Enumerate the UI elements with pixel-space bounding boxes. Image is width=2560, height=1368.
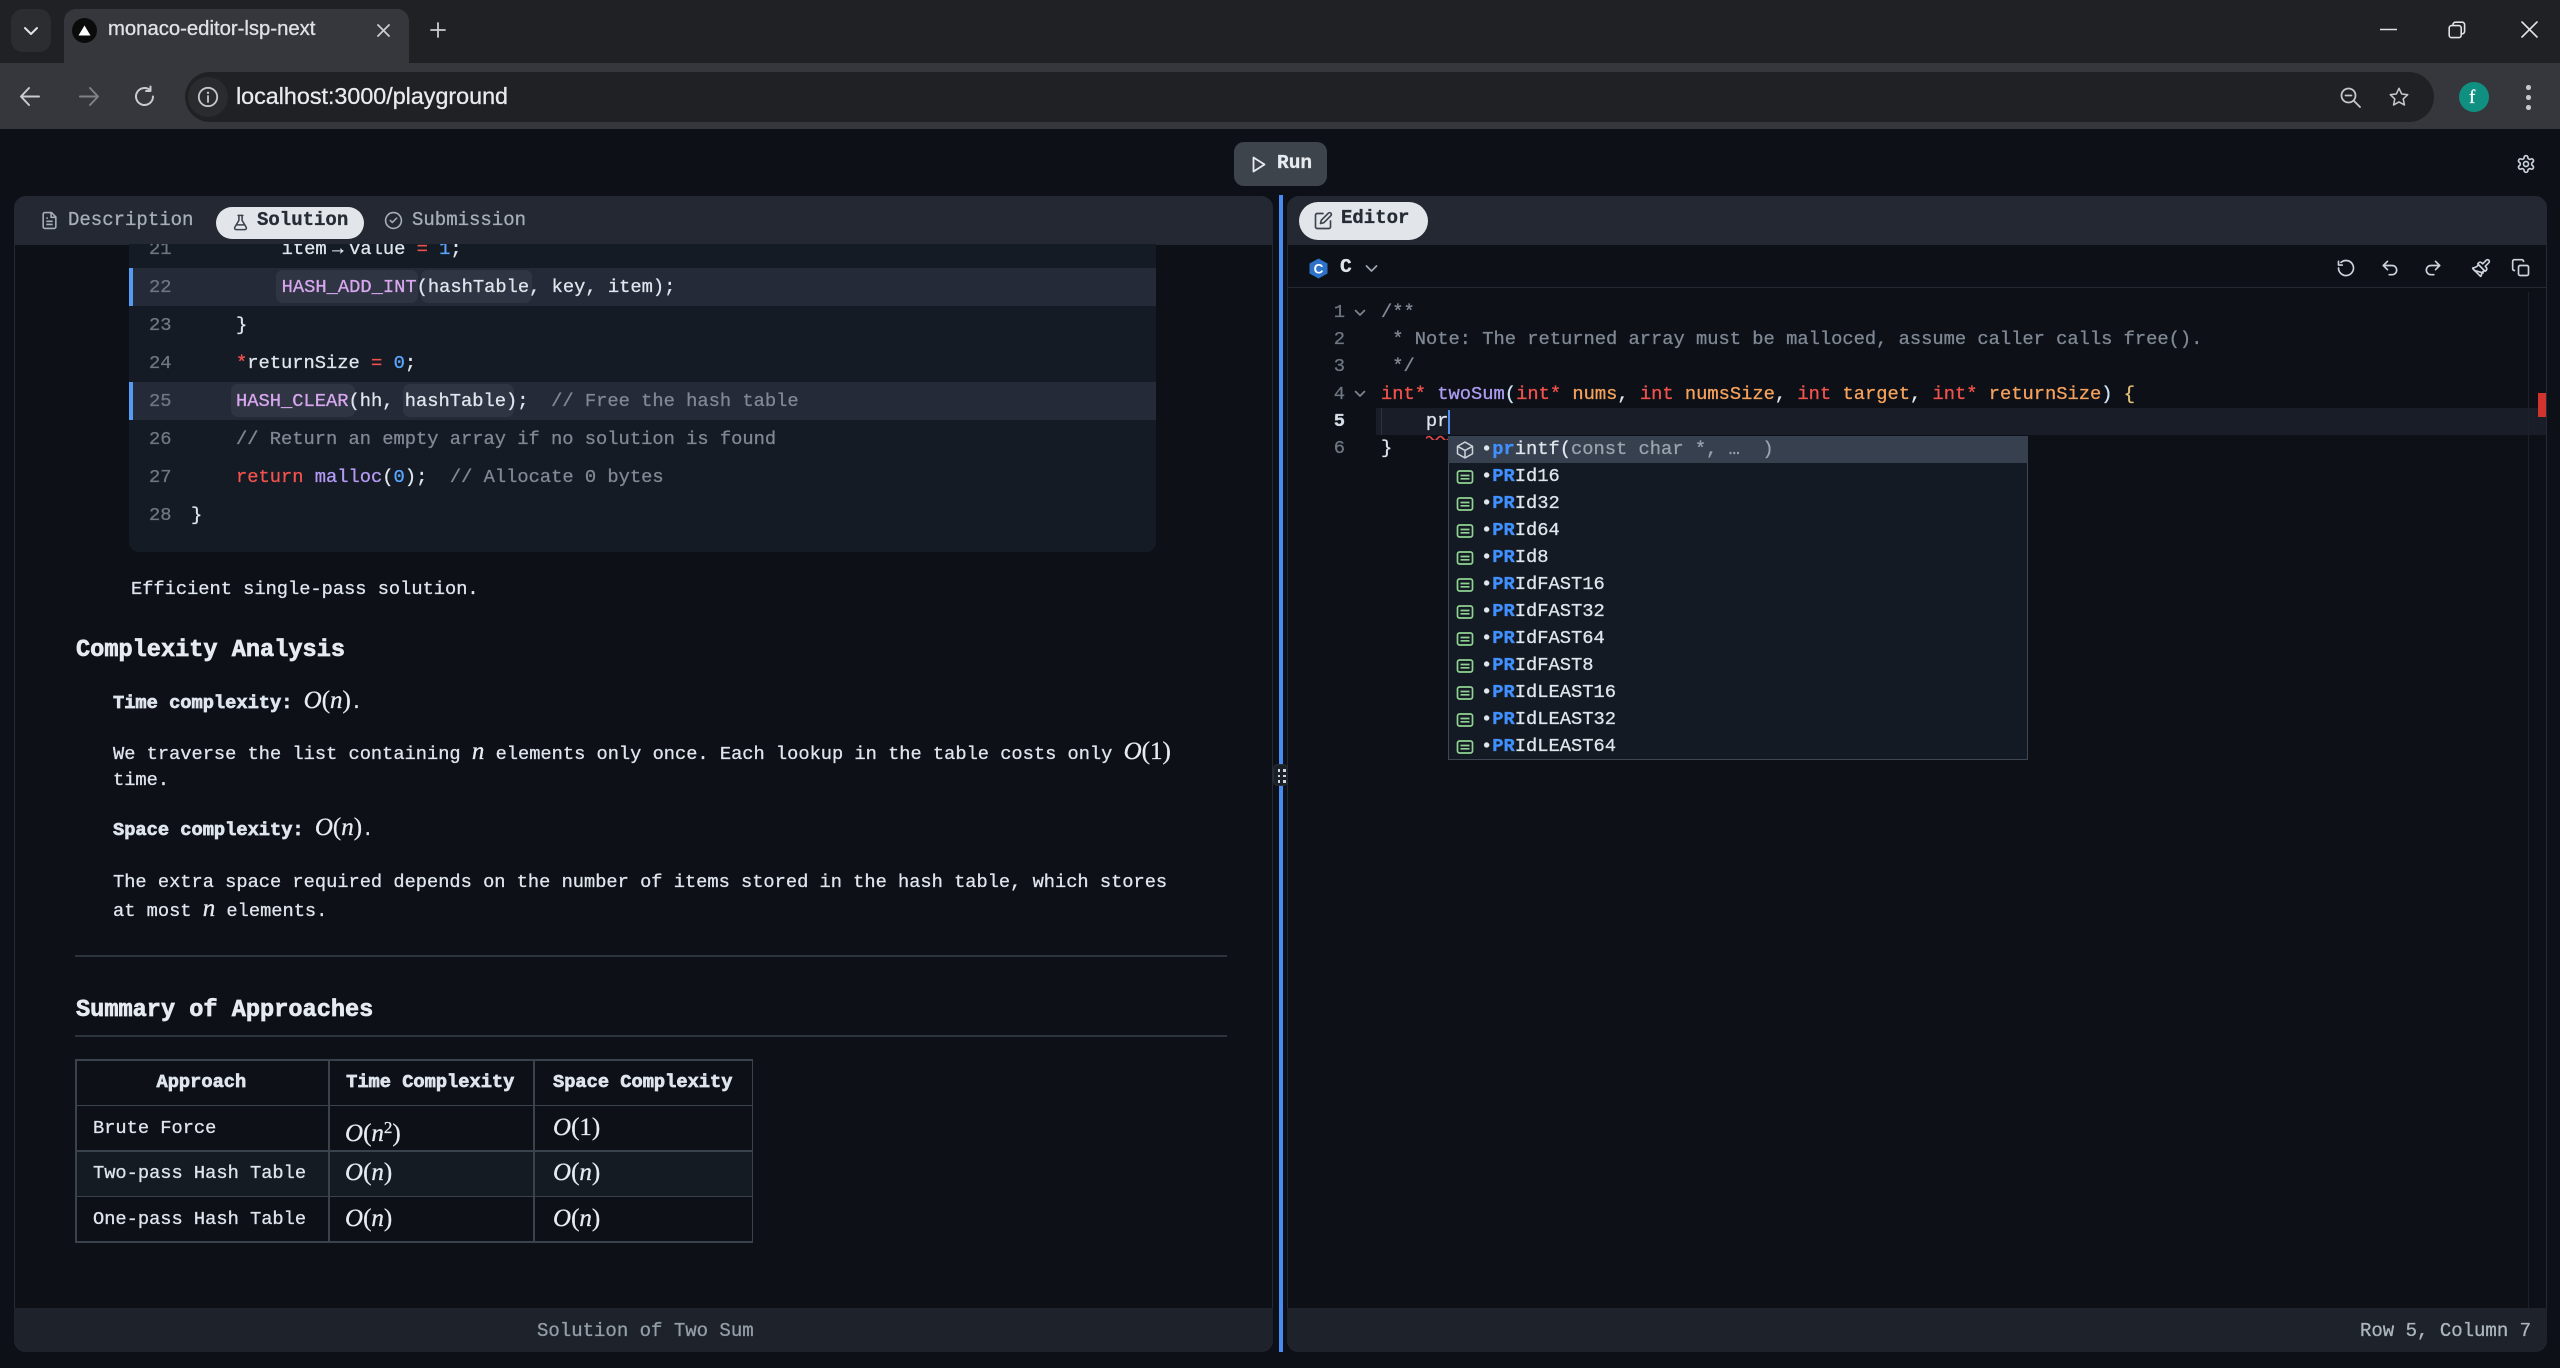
svg-text:C: C — [1314, 261, 1324, 276]
